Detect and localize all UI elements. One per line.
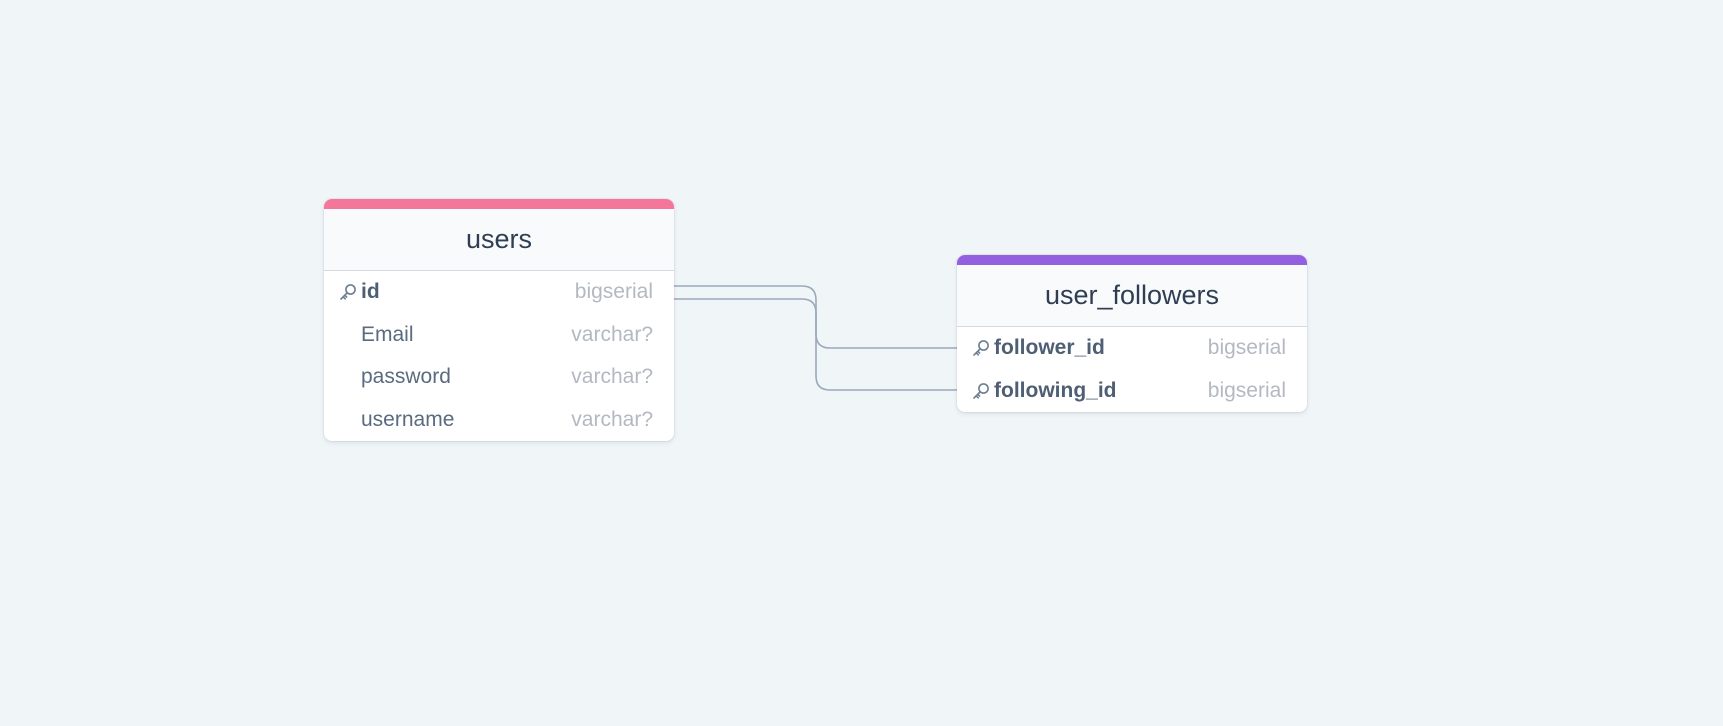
table-user-followers[interactable]: user_followers follower_id bigserial fol… [957,255,1307,413]
column-list: follower_id bigserial following_id bigse… [957,327,1307,412]
table-accent-bar [957,255,1307,265]
column-type: bigserial [574,280,653,304]
column-name: id [361,280,380,304]
column-list: id bigserial Email varchar? password var… [324,271,674,441]
table-users[interactable]: users id bigserial Email varchar? passwo… [324,199,674,442]
column-row[interactable]: Email varchar? [324,314,674,357]
relation-line-follower[interactable] [674,285,958,349]
key-icon [969,336,993,360]
column-name: following_id [994,378,1117,402]
column-type: varchar? [571,322,653,346]
column-name: follower_id [994,336,1105,360]
column-row[interactable]: id bigserial [324,271,674,314]
column-row[interactable]: following_id bigserial [957,370,1307,413]
column-row[interactable]: username varchar? [324,399,674,442]
column-name: username [361,408,455,432]
key-icon-placeholder [336,365,360,389]
column-name: password [361,365,451,389]
diagram-canvas[interactable]: users id bigserial Email varchar? passwo… [0,0,1723,726]
key-icon-placeholder [336,323,360,347]
column-row[interactable]: follower_id bigserial [957,327,1307,370]
column-row[interactable]: password varchar? [324,356,674,399]
column-type: varchar? [571,365,653,389]
key-icon-placeholder [336,408,360,432]
relation-lines [674,285,958,391]
table-title[interactable]: user_followers [957,265,1307,327]
column-name: Email [361,322,414,346]
key-icon [336,280,360,304]
column-type: bigserial [1207,378,1286,402]
table-title[interactable]: users [324,209,674,271]
relation-line-following[interactable] [674,298,958,391]
column-type: varchar? [571,408,653,432]
table-accent-bar [324,199,674,209]
column-type: bigserial [1207,336,1286,360]
key-icon [969,379,993,403]
